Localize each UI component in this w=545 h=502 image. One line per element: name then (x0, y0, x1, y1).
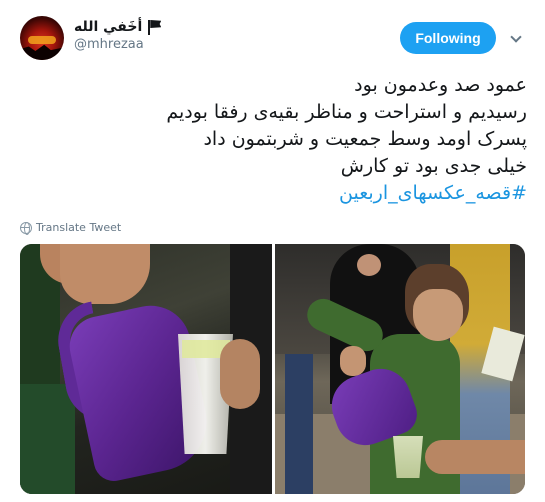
tweet-line: عمود صد وعدمون بود (354, 74, 527, 96)
tweet-photo-left[interactable] (20, 244, 272, 494)
tweet-card: أخَفي الله @mhrezaa Following عمود صد وع… (0, 0, 545, 502)
tweet-text: عمود صد وعدمون بود رسیدیم و استراحت و من… (27, 72, 527, 207)
display-name-row[interactable]: أخَفي الله (74, 17, 162, 37)
tweet-line: رسیدیم و استراحت و مناظر بقیه‌ی رفقا بود… (166, 101, 527, 123)
translate-tweet-link[interactable]: Translate Tweet (20, 221, 122, 235)
avatar-sun (28, 36, 56, 44)
tweet-line: پسرک اومد وسط جمعیت و شربتمون داد (203, 128, 527, 150)
plastic-cup (393, 436, 423, 478)
user-handle[interactable]: @mhrezaa (74, 37, 144, 52)
tweet-photo-right[interactable] (275, 244, 525, 494)
hashtag-link[interactable]: #قصه_عکسهای_اربعین (27, 180, 527, 207)
translate-label: Translate Tweet (36, 221, 122, 234)
avatar-silhouette (20, 44, 64, 60)
display-name[interactable]: أخَفي الله (74, 19, 142, 35)
user-avatar[interactable] (20, 16, 64, 60)
following-button[interactable]: Following (400, 22, 496, 54)
tweet-line: خیلی جدی بود تو کارش (340, 155, 527, 177)
globe-icon (20, 221, 32, 235)
chevron-down-icon[interactable] (511, 33, 521, 43)
black-flag-icon (146, 19, 162, 35)
